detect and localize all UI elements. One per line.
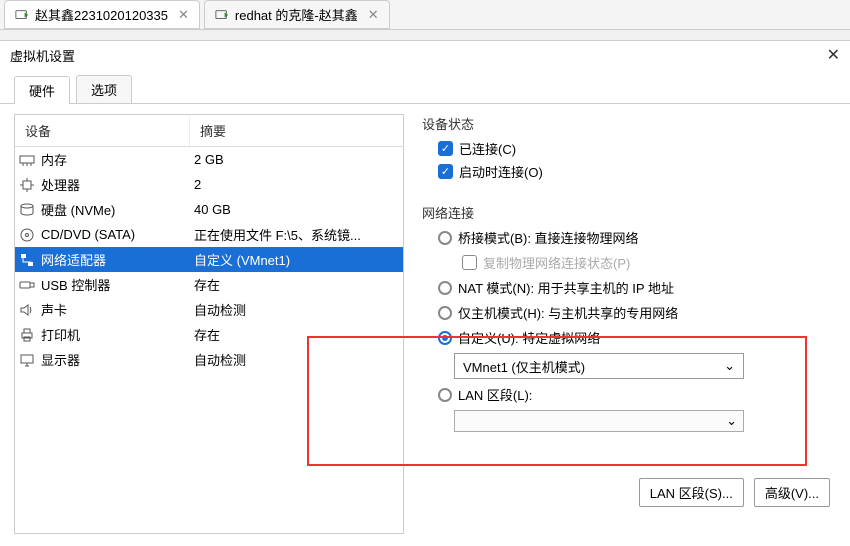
device-name: 内存	[41, 150, 67, 169]
hardware-row[interactable]: 显示器 自动检测	[15, 347, 403, 372]
close-icon[interactable]: ✕	[827, 45, 840, 65]
device-summary: 正在使用文件 F:\5、系统镜...	[194, 225, 399, 244]
nat-radio[interactable]	[438, 281, 452, 295]
hardware-row[interactable]: 网络适配器 自定义 (VMnet1)	[15, 247, 403, 272]
printer-icon	[19, 327, 35, 343]
device-status-label: 设备状态	[422, 114, 836, 133]
device-name: 声卡	[41, 300, 67, 319]
device-summary: 自动检测	[194, 350, 399, 369]
close-icon[interactable]: ✕	[178, 7, 189, 23]
hardware-row[interactable]: USB 控制器 存在	[15, 272, 403, 297]
net-icon	[19, 252, 35, 268]
device-summary: 自定义 (VMnet1)	[194, 250, 399, 269]
replicate-checkbox	[462, 255, 477, 270]
connect-at-poweron-checkbox[interactable]: ✓	[438, 164, 453, 179]
device-name: 硬盘 (NVMe)	[41, 200, 115, 219]
hardware-row[interactable]: CD/DVD (SATA) 正在使用文件 F:\5、系统镜...	[15, 222, 403, 247]
vm-settings-dialog: 虚拟机设置 ✕ 硬件 选项 设备 摘要 内存 2 GB 处理器 2 硬盘 (NVMe) 4…	[0, 40, 850, 546]
cpu-icon	[19, 177, 35, 193]
custom-network-value: VMnet1 (仅主机模式)	[463, 357, 585, 376]
replicate-label: 复制物理网络连接状态(P)	[483, 253, 630, 272]
sound-icon	[19, 302, 35, 318]
app-tab-label: 赵其鑫2231020120335	[35, 5, 168, 24]
hardware-row[interactable]: 内存 2 GB	[15, 147, 403, 172]
hardware-row[interactable]: 处理器 2	[15, 172, 403, 197]
host-only-label: 仅主机模式(H): 与主机共享的专用网络	[458, 303, 678, 322]
device-summary: 存在	[194, 275, 399, 294]
device-name: USB 控制器	[41, 275, 110, 294]
lan-segments-button[interactable]: LAN 区段(S)...	[639, 478, 744, 507]
advanced-button[interactable]: 高级(V)...	[754, 478, 830, 507]
disk-icon	[19, 202, 35, 218]
vm-icon	[15, 8, 29, 22]
hardware-row[interactable]: 硬盘 (NVMe) 40 GB	[15, 197, 403, 222]
dialog-title: 虚拟机设置	[10, 46, 75, 65]
device-summary: 存在	[194, 325, 399, 344]
device-name: 显示器	[41, 350, 80, 369]
custom-network-select[interactable]: VMnet1 (仅主机模式) ⌄	[454, 353, 744, 379]
lan-segment-label: LAN 区段(L):	[458, 385, 532, 404]
nat-label: NAT 模式(N): 用于共享主机的 IP 地址	[458, 278, 674, 297]
connected-checkbox[interactable]: ✓	[438, 141, 453, 156]
app-tab-label: redhat 的克隆-赵其鑫	[235, 5, 358, 24]
column-headers: 设备 摘要	[15, 115, 403, 147]
device-name: 处理器	[41, 175, 80, 194]
custom-radio[interactable]	[438, 331, 452, 345]
device-name: 网络适配器	[41, 250, 106, 269]
app-tab-2[interactable]: redhat 的克隆-赵其鑫 ✕	[204, 0, 390, 29]
vm-icon	[215, 8, 229, 22]
col-summary: 摘要	[190, 115, 403, 146]
device-summary: 2	[194, 177, 399, 192]
device-summary: 40 GB	[194, 202, 399, 217]
close-icon[interactable]: ✕	[368, 7, 379, 23]
device-summary: 自动检测	[194, 300, 399, 319]
connect-at-poweron-label: 启动时连接(O)	[459, 162, 543, 181]
display-icon	[19, 352, 35, 368]
hardware-row[interactable]: 声卡 自动检测	[15, 297, 403, 322]
hardware-list: 设备 摘要 内存 2 GB 处理器 2 硬盘 (NVMe) 40 GB CD/DVD (SA…	[14, 114, 404, 534]
hardware-row[interactable]: 打印机 存在	[15, 322, 403, 347]
connected-label: 已连接(C)	[459, 139, 516, 158]
custom-label: 自定义(U): 特定虚拟网络	[458, 328, 600, 347]
app-tab-1[interactable]: 赵其鑫2231020120335 ✕	[4, 0, 200, 29]
chevron-down-icon: ⌄	[726, 413, 737, 429]
host-only-radio[interactable]	[438, 306, 452, 320]
dialog-header: 虚拟机设置 ✕	[0, 41, 850, 69]
device-name: 打印机	[41, 325, 80, 344]
device-name: CD/DVD (SATA)	[41, 227, 135, 242]
tab-hardware[interactable]: 硬件	[14, 76, 70, 104]
network-connection-label: 网络连接	[422, 203, 836, 222]
device-summary: 2 GB	[194, 152, 399, 167]
col-device: 设备	[15, 115, 190, 146]
tab-options[interactable]: 选项	[76, 75, 132, 103]
cd-icon	[19, 227, 35, 243]
usb-icon	[19, 277, 35, 293]
memory-icon	[19, 152, 35, 168]
bridged-radio[interactable]	[438, 231, 452, 245]
lan-segment-radio[interactable]	[438, 388, 452, 402]
lan-segment-select: ⌄	[454, 410, 744, 432]
top-tab-strip: 赵其鑫2231020120335 ✕ redhat 的克隆-赵其鑫 ✕	[0, 0, 850, 30]
device-detail-panel: 设备状态 ✓ 已连接(C) ✓ 启动时连接(O) 网络连接 桥接模式(B): 直…	[422, 114, 836, 534]
bridged-label: 桥接模式(B): 直接连接物理网络	[458, 228, 639, 247]
settings-tabs: 硬件 选项	[0, 69, 850, 104]
chevron-down-icon: ⌄	[724, 358, 735, 374]
